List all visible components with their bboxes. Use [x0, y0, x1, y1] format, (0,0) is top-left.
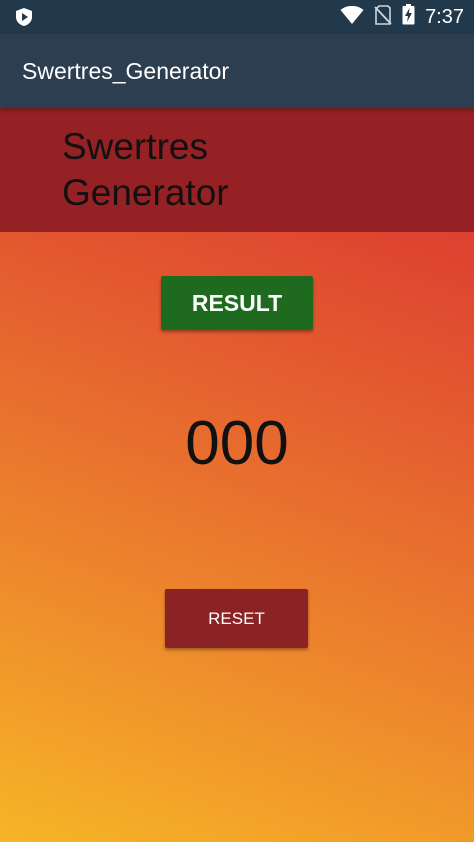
status-icons: 7:37	[340, 4, 464, 30]
result-number: 000	[185, 409, 289, 478]
wifi-icon	[340, 5, 364, 30]
header-band: Swertres Generator	[0, 108, 474, 232]
result-button[interactable]: RESULT	[161, 276, 313, 330]
no-sim-icon	[374, 4, 392, 30]
status-time: 7:37	[425, 6, 464, 28]
reset-button[interactable]: RESET	[165, 589, 308, 648]
app-bar: Swertres_Generator	[0, 34, 474, 108]
app-title: Swertres_Generator	[22, 58, 230, 84]
page-title: Swertres Generator	[62, 126, 229, 213]
main-content: Swertres Generator RESULT 000 RESET	[0, 108, 474, 842]
status-bar: 7:37	[0, 0, 474, 34]
app-shield-icon	[14, 7, 34, 27]
battery-charging-icon	[402, 4, 415, 30]
